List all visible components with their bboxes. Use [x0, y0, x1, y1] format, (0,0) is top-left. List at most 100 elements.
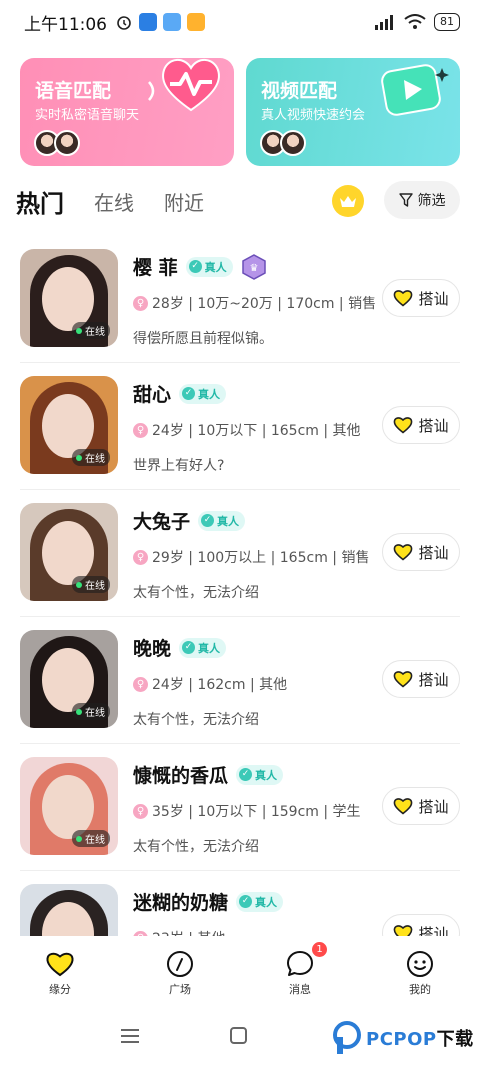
voice-match-avatars — [34, 130, 80, 156]
online-dot-icon — [76, 835, 82, 842]
nav-label: 广场 — [169, 983, 191, 996]
filter-icon — [398, 193, 413, 207]
video-match-avatars — [260, 130, 306, 156]
list-item[interactable]: 在线 樱 菲 ✓ 真人 ♛ ♀ 28岁 | 10万~20万 | 170cm | 销售… — [20, 236, 460, 363]
nav-label: 消息 — [289, 983, 311, 996]
verified-check-icon: ✓ — [239, 768, 253, 781]
user-bio: 得偿所愿且前程似锦。 — [133, 331, 273, 347]
avatar — [54, 130, 80, 156]
list-item[interactable]: 迷糊的奶糖 ✓真人 ♀23岁 | 其他 搭讪 — [20, 871, 460, 936]
nav-label: 缘分 — [49, 983, 71, 996]
list-item[interactable]: 在线 大兔子 ✓ 真人 ♀ 29岁 | 100万以上 | 165cm | 销售 太有… — [20, 490, 460, 617]
user-photo[interactable]: 在线 — [20, 249, 118, 347]
name-line: 晚晚 ✓ 真人 — [133, 634, 227, 661]
online-dot-icon — [76, 327, 82, 334]
vip-crown-button[interactable] — [332, 185, 364, 217]
compass-icon — [167, 951, 193, 977]
nav-messages[interactable]: 1 消息 — [240, 936, 360, 1010]
greet-label: 搭讪 — [418, 543, 449, 562]
svg-text:♛: ♛ — [249, 263, 258, 274]
user-feed: 在线 樱 菲 ✓ 真人 ♛ ♀ 28岁 | 10万~20万 | 170cm | 销售… — [0, 236, 480, 936]
name-line: 樱 菲 ✓ 真人 ♛ — [133, 253, 267, 280]
user-bio: 太有个性，无法介绍 — [133, 839, 259, 855]
rank-medal-icon: ♛ — [241, 253, 266, 280]
filter-label: 筛选 — [417, 193, 446, 209]
user-name: 甜心 — [133, 384, 172, 406]
greet-button[interactable]: 搭讪 — [382, 787, 460, 825]
greet-button[interactable]: 搭讪 — [382, 533, 460, 571]
tab-nearby[interactable]: 附近 — [164, 187, 204, 216]
user-photo[interactable]: 在线 — [20, 503, 118, 601]
list-item[interactable]: 在线 甜心 ✓ 真人 ♀ 24岁 | 10万以下 | 165cm | 其他 世界上有… — [20, 363, 460, 490]
user-name: 晚晚 — [133, 638, 172, 660]
sound-wave-icon — [148, 81, 155, 101]
tab-online[interactable]: 在线 — [94, 187, 134, 216]
verified-label: 真人 — [255, 895, 278, 909]
online-dot-icon — [76, 454, 82, 461]
list-item[interactable]: 在线 晚晚 ✓ 真人 ♀ 24岁 | 162cm | 其他 太有个性，无法介绍 搭讪 — [20, 617, 460, 744]
wifi-icon — [404, 14, 426, 29]
name-line: 大兔子 ✓ 真人 — [133, 507, 246, 534]
smile-face-icon — [407, 951, 433, 977]
user-photo[interactable]: 在线 — [20, 757, 118, 855]
crown-icon — [340, 196, 356, 207]
voice-match-subtitle: 实时私密语音聊天 — [35, 108, 140, 123]
online-status-badge: 在线 — [72, 830, 110, 847]
user-info: ♀ 24岁 | 162cm | 其他 — [133, 674, 287, 694]
user-name: 迷糊的奶糖 — [133, 892, 229, 914]
verified-badge: ✓ 真人 — [179, 383, 227, 404]
status-bar: 上午11:06 81 — [0, 0, 480, 44]
user-name: 樱 菲 — [133, 257, 178, 279]
user-info: ♀ 35岁 | 10万以下 | 159cm | 学生 — [133, 801, 361, 821]
user-info-text: 24岁 | 162cm | 其他 — [152, 677, 288, 693]
verified-check-icon: ✓ — [182, 641, 196, 654]
recent-apps-icon[interactable] — [120, 1028, 140, 1044]
signal-icon — [375, 15, 393, 30]
user-photo[interactable]: 在线 — [20, 376, 118, 474]
voice-match-banner[interactable]: 语音匹配 实时私密语音聊天 — [20, 58, 234, 166]
user-name: 大兔子 — [133, 511, 191, 533]
online-status-badge: 在线 — [72, 322, 110, 339]
tab-hot[interactable]: 热门 — [16, 184, 64, 219]
watermark-suffix: 下载 — [436, 1029, 474, 1050]
nav-square[interactable]: 广场 — [120, 936, 240, 1010]
video-play-icon — [381, 64, 449, 116]
video-match-banner[interactable]: 视频匹配 真人视频快速约会 — [246, 58, 460, 166]
online-label: 在线 — [85, 454, 105, 465]
greet-label: 搭讪 — [418, 289, 449, 308]
greet-label: 搭讪 — [418, 797, 449, 816]
chat-bubble-icon — [287, 951, 313, 976]
user-info-text: 28岁 | 10万~20万 | 170cm | 销售 — [152, 296, 377, 312]
verified-check-icon: ✓ — [182, 387, 196, 400]
heart-icon — [394, 925, 413, 936]
avatar — [280, 130, 306, 156]
status-system-icons: 81 — [374, 13, 460, 31]
female-icon: ♀ — [133, 549, 148, 565]
user-photo[interactable]: 在线 — [20, 630, 118, 728]
filter-button[interactable]: 筛选 — [384, 181, 460, 219]
list-item[interactable]: 在线 慷慨的香瓜 ✓ 真人 ♀ 35岁 | 10万以下 | 159cm | 学生 太… — [20, 744, 460, 871]
user-info: ♀23岁 | 其他 — [133, 928, 225, 936]
online-label: 在线 — [85, 835, 105, 846]
status-notification-icons — [115, 13, 205, 31]
user-photo[interactable] — [20, 884, 118, 936]
verified-badge: ✓ 真人 — [198, 510, 246, 531]
user-info: ♀ 24岁 | 10万以下 | 165cm | 其他 — [133, 420, 361, 440]
alarm-icon — [117, 16, 131, 30]
system-nav-bar: PCPOP下载 — [0, 1010, 480, 1067]
nav-fate[interactable]: 缘分 — [0, 936, 120, 1010]
gallery-notification-icon — [163, 13, 181, 31]
nav-profile[interactable]: 我的 — [360, 936, 480, 1010]
status-time: 上午11:06 — [24, 14, 107, 35]
home-icon[interactable] — [230, 1027, 247, 1044]
verified-badge: ✓ 真人 — [236, 891, 284, 912]
greet-button[interactable]: 搭讪 — [382, 279, 460, 317]
greet-button[interactable]: 搭讪 — [382, 406, 460, 444]
user-info: ♀ 28岁 | 10万~20万 | 170cm | 销售 — [133, 293, 376, 313]
user-info-text: 24岁 | 10万以下 | 165cm | 其他 — [152, 423, 361, 439]
heart-icon — [394, 798, 413, 815]
verified-label: 真人 — [204, 260, 227, 274]
online-label: 在线 — [85, 708, 105, 719]
greet-button[interactable]: 搭讪 — [382, 660, 460, 698]
greet-button[interactable]: 搭讪 — [382, 914, 460, 936]
